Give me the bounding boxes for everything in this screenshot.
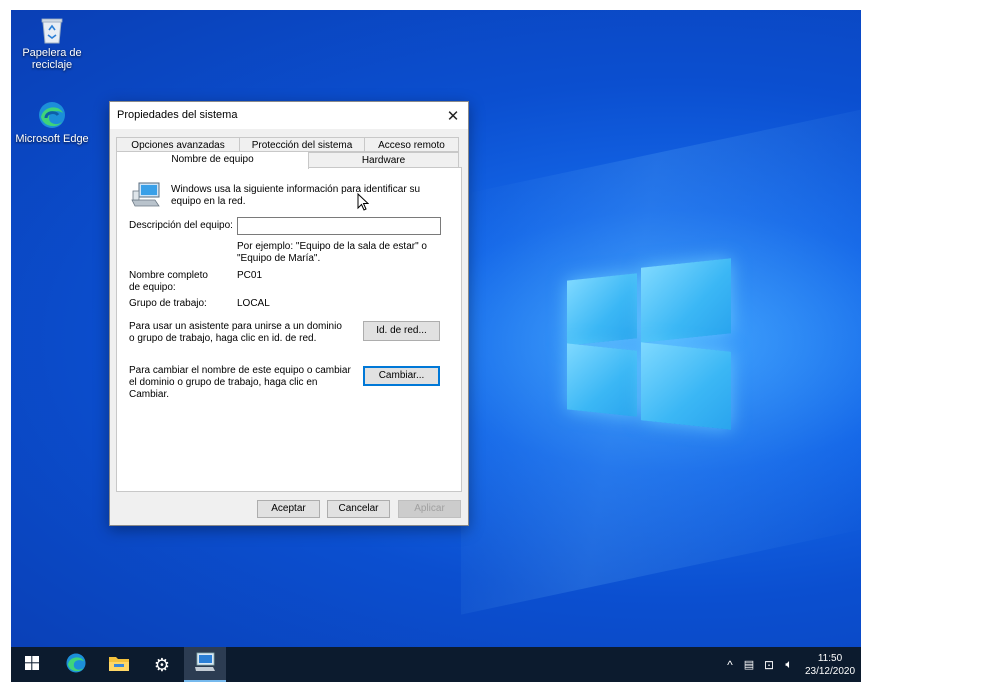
- description-label: Descripción del equipo:: [129, 220, 233, 231]
- tab-proteccion-sistema[interactable]: Protección del sistema: [239, 137, 365, 152]
- start-icon: [25, 656, 39, 673]
- fullname-value: PC01: [237, 270, 263, 281]
- change-button[interactable]: Cambiar...: [363, 366, 440, 386]
- tab-hardware[interactable]: Hardware: [308, 152, 459, 168]
- close-button[interactable]: ✕: [438, 102, 468, 129]
- tab-nombre-equipo[interactable]: Nombre de equipo: [116, 151, 309, 169]
- description-input[interactable]: [237, 217, 441, 235]
- tab-label: Hardware: [361, 155, 406, 166]
- intro-text: Windows usa la siguiente información par…: [171, 184, 421, 207]
- taskbar: ⚙ ^ ▤ ⊡ 🔈︎ 11:50 23/12/2020: [11, 647, 861, 682]
- tab-opciones-avanzadas[interactable]: Opciones avanzadas: [116, 137, 240, 152]
- file-explorer-icon: [108, 654, 130, 675]
- taskbar-edge-button[interactable]: [55, 647, 97, 682]
- tab-panel-nombre-equipo: Windows usa la siguiente información par…: [116, 167, 462, 492]
- system-properties-icon: [194, 652, 216, 675]
- change-text: Para cambiar el nombre de este equipo o …: [129, 365, 351, 400]
- clock-date: 23/12/2020: [804, 665, 856, 677]
- tab-acceso-remoto[interactable]: Acceso remoto: [364, 137, 459, 152]
- network-icon[interactable]: ⊡: [759, 658, 779, 672]
- button-label: Aplicar: [414, 503, 445, 514]
- button-label: Cambiar...: [378, 370, 425, 381]
- tab-label: Nombre de equipo: [171, 154, 254, 165]
- taskbar-settings-button[interactable]: ⚙: [141, 647, 183, 682]
- settings-icon: ⚙: [153, 654, 171, 675]
- show-hidden-icons-chevron-icon[interactable]: ^: [721, 658, 739, 672]
- dialog-titlebar[interactable]: Propiedades del sistema ✕: [110, 102, 468, 129]
- mouse-cursor-icon: [357, 192, 370, 211]
- volume-icon[interactable]: 🔈︎: [779, 657, 799, 672]
- desktop-icon-recycle-bin[interactable]: Papelera de reciclaje: [14, 16, 90, 71]
- fullname-label: Nombre completo de equipo:: [129, 270, 208, 293]
- tab-label: Acceso remoto: [378, 140, 445, 151]
- taskbar-system-properties-button[interactable]: [184, 647, 226, 682]
- taskbar-clock[interactable]: 11:50 23/12/2020: [799, 652, 861, 678]
- windows-logo-wallpaper: [567, 258, 732, 430]
- network-badge-icon[interactable]: ▤: [739, 658, 759, 671]
- apply-button[interactable]: Aplicar: [398, 500, 461, 518]
- start-button[interactable]: [11, 647, 53, 682]
- network-id-button[interactable]: Id. de red...: [363, 321, 440, 341]
- edge-icon: [65, 652, 87, 677]
- workgroup-label: Grupo de trabajo:: [129, 298, 207, 309]
- desktop-icon-label: Microsoft Edge: [15, 133, 89, 145]
- example-text: Por ejemplo: "Equipo de la sala de estar…: [237, 241, 427, 264]
- recycle-bin-icon: [39, 16, 65, 44]
- desktop-icon-label: Papelera de reciclaje: [22, 47, 82, 71]
- tab-label: Opciones avanzadas: [131, 140, 225, 151]
- tab-label: Protección del sistema: [251, 140, 353, 151]
- taskbar-file-explorer-button[interactable]: [98, 647, 140, 682]
- button-label: Cancelar: [338, 503, 379, 514]
- button-label: Aceptar: [271, 503, 306, 514]
- workgroup-value: LOCAL: [237, 298, 270, 309]
- system-tray: ^ ▤ ⊡ 🔈︎ 11:50 23/12/2020: [721, 647, 861, 682]
- computer-icon: [131, 182, 161, 208]
- network-id-text: Para usar un asistente para unirse a un …: [129, 321, 342, 344]
- edge-icon: [37, 100, 67, 130]
- system-properties-dialog: Propiedades del sistema ✕ Opciones avanz…: [109, 101, 469, 526]
- ok-button[interactable]: Aceptar: [257, 500, 320, 518]
- clock-time: 11:50: [817, 652, 843, 664]
- button-label: Id. de red...: [376, 325, 427, 336]
- desktop-icon-edge[interactable]: Microsoft Edge: [14, 100, 90, 145]
- close-icon: ✕: [446, 107, 460, 125]
- cancel-button[interactable]: Cancelar: [327, 500, 390, 518]
- dialog-title: Propiedades del sistema: [117, 109, 238, 121]
